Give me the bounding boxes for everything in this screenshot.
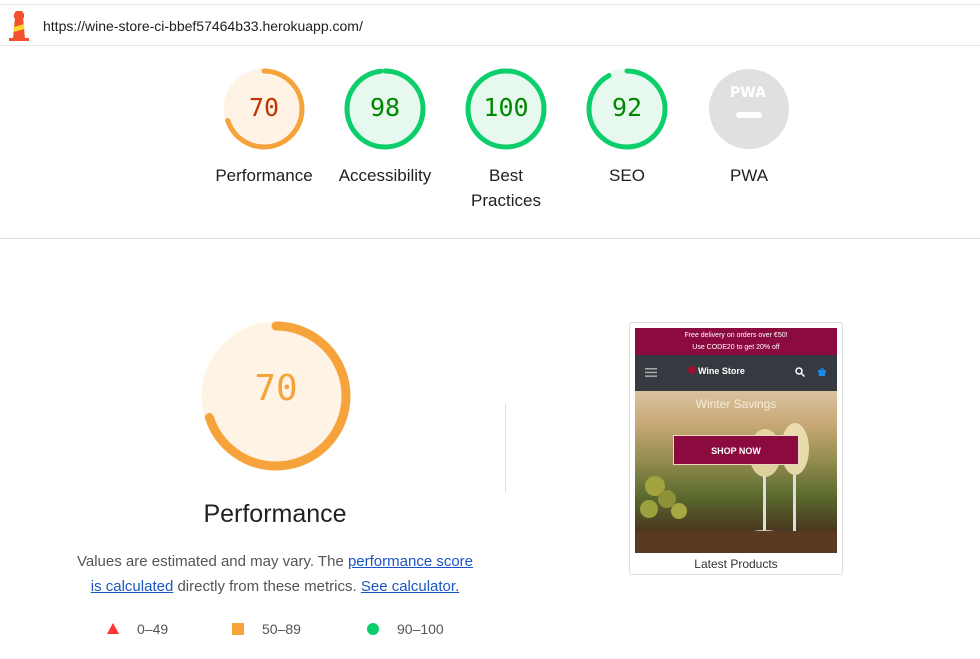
latest-products-heading: Latest Products: [694, 557, 778, 571]
promo-line-1: Free delivery on orders over €50!: [684, 332, 788, 339]
gauge-seo-label: SEO: [609, 166, 645, 185]
pwa-badge-text: PWA: [730, 85, 766, 101]
promo-line-2: Use CODE20 to get 20% off: [692, 344, 780, 351]
wine-logo-icon: [688, 366, 696, 374]
search-icon: [795, 367, 805, 377]
promo-banner: Free delivery on orders over €50! Use CO…: [635, 328, 837, 355]
gauge-accessibility-label: Accessibility: [338, 166, 432, 185]
url-bar: https://wine-store-ci-bbef57464b33.herok…: [0, 4, 980, 46]
gauge-best-practices-score: 100: [483, 93, 529, 122]
gauge-pwa[interactable]: PWA PWA: [699, 66, 799, 188]
hamburger-icon: [645, 368, 657, 377]
performance-description: Values are estimated and may vary. The p…: [70, 549, 480, 599]
red-triangle-icon: [107, 623, 119, 634]
desc-text-2: directly from these metrics.: [173, 578, 361, 595]
site-brand: Wine Store: [698, 366, 745, 376]
gauge-performance-label: Performance: [215, 166, 313, 185]
gauge-accessibility[interactable]: 98 Accessibility: [335, 66, 435, 188]
performance-score-large: 70: [254, 368, 298, 409]
legend-fail-range: 0–49: [137, 621, 169, 637]
hero-image: Winter Savings SHOP NOW: [635, 391, 837, 553]
legend-average-range: 50–89: [262, 621, 301, 637]
gauge-performance-score: 70: [248, 93, 280, 122]
section-divider: [0, 238, 980, 239]
performance-gauge-large: 70: [196, 316, 356, 476]
hero-title: Winter Savings: [695, 397, 777, 411]
gauge-seo[interactable]: 92 SEO: [577, 66, 677, 188]
desc-text-1: Values are estimated and may vary. The: [76, 553, 348, 570]
green-circle-icon: [367, 623, 379, 635]
gauge-performance[interactable]: 70 Performance: [214, 66, 314, 188]
performance-title: Performance: [203, 500, 347, 528]
orange-square-icon: [232, 623, 244, 635]
shop-now-button[interactable]: SHOP NOW: [673, 435, 799, 465]
see-calculator-link[interactable]: See calculator.: [361, 578, 459, 595]
gauge-best-practices[interactable]: 100 Best Practices: [456, 66, 556, 213]
gauge-best-practices-label: Best Practices: [456, 163, 556, 213]
final-screenshot-thumbnail[interactable]: Free delivery on orders over €50! Use CO…: [629, 322, 843, 575]
gauge-seo-score: 92: [611, 93, 643, 122]
gauge-pwa-label: PWA: [729, 166, 769, 185]
gauge-accessibility-score: 98: [369, 93, 401, 122]
lighthouse-logo-icon: [9, 11, 29, 41]
pwa-badge-icon: PWA: [709, 69, 789, 149]
vertical-separator: [505, 404, 506, 492]
cart-icon: [818, 368, 826, 376]
label-line-1: Best: [488, 166, 524, 185]
page-url[interactable]: https://wine-store-ci-bbef57464b33.herok…: [43, 18, 363, 34]
wine-glasses-illustration: [635, 423, 837, 553]
site-navbar: Wine Store: [635, 355, 837, 391]
label-line-2: Practices: [471, 191, 541, 210]
category-gauges: 70 Performance 98 Accessibility 100 Best…: [0, 66, 980, 216]
legend-pass-range: 90–100: [397, 621, 444, 637]
